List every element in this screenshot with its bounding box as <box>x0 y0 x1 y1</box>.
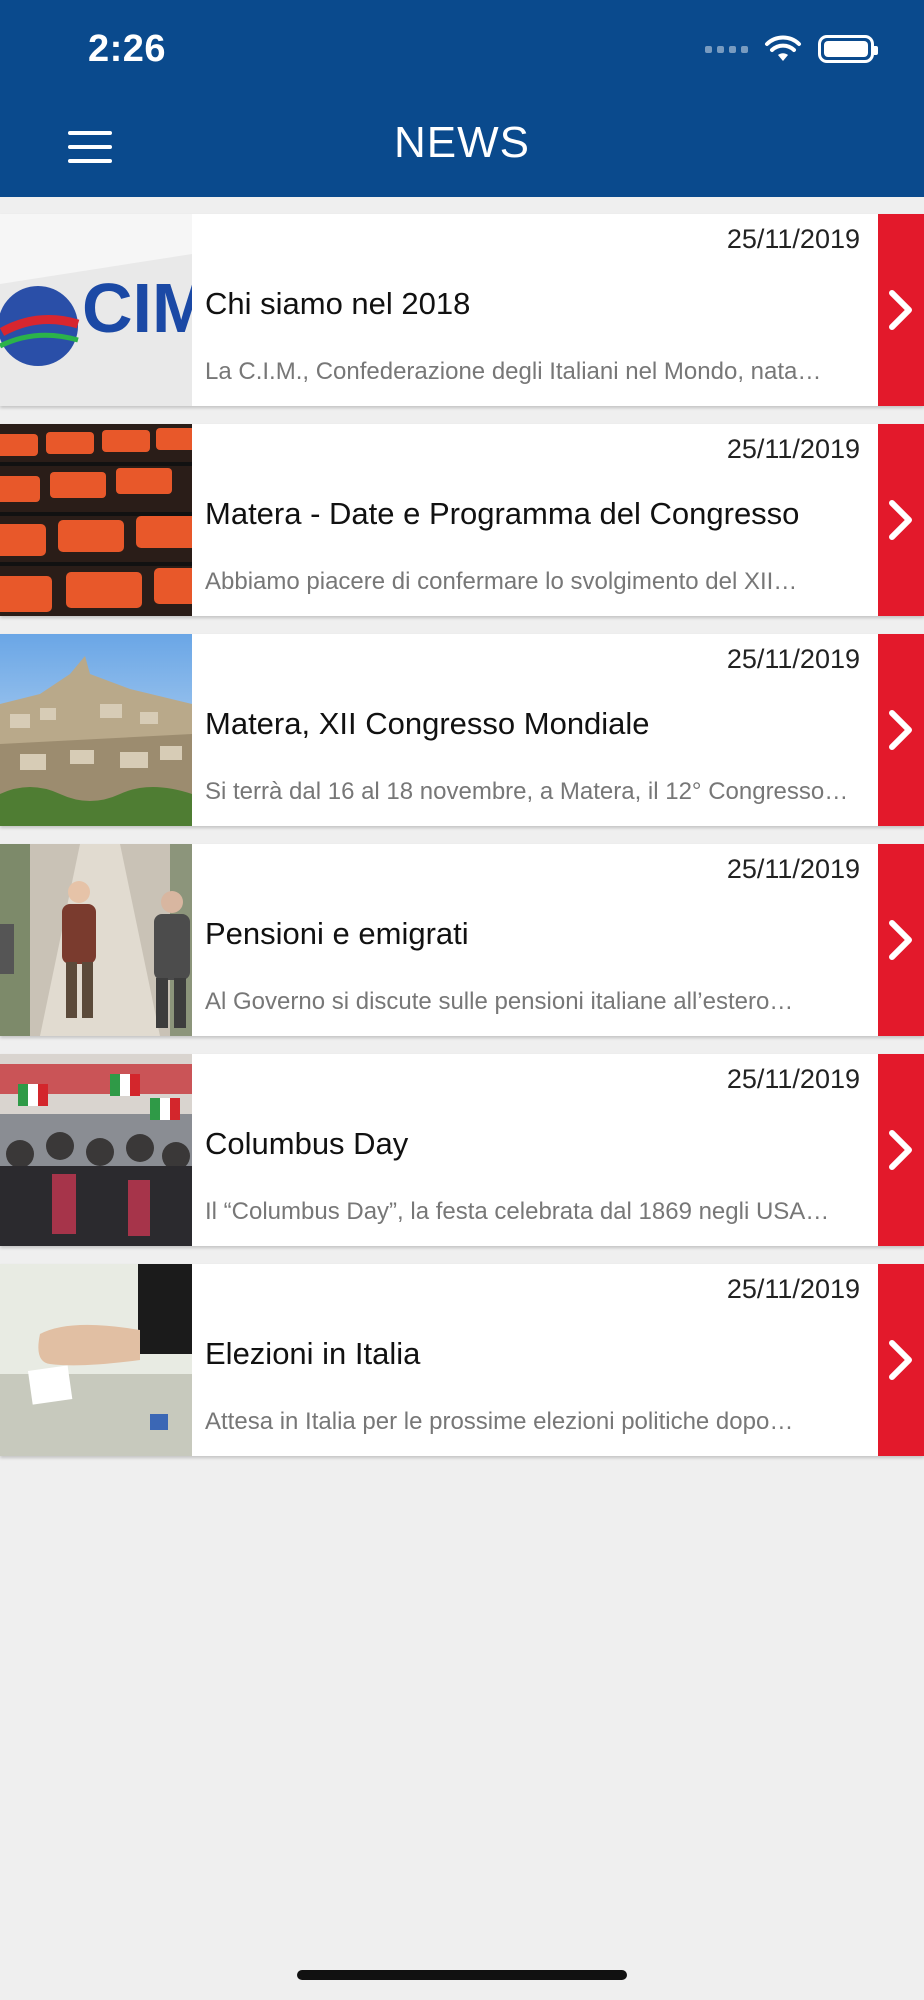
news-item[interactable]: CIM 25/11/2019 Chi siamo nel 2018 La C.I… <box>0 214 924 406</box>
news-thumbnail <box>0 424 192 616</box>
open-news-button[interactable] <box>878 634 924 826</box>
news-excerpt: La C.I.M., Confederazione degli Italiani… <box>205 358 822 385</box>
chevron-right-icon <box>889 710 912 750</box>
news-excerpt: Il “Columbus Day”, la festa celebrata da… <box>205 1198 830 1225</box>
news-thumbnail <box>0 844 192 1036</box>
news-date: 25/11/2019 <box>726 1274 860 1304</box>
thumb-logo-text: CIM <box>82 269 192 347</box>
page-title: NEWS <box>394 118 530 167</box>
open-news-button[interactable] <box>878 1264 924 1456</box>
news-thumbnail <box>0 1054 192 1246</box>
signal-icon <box>705 45 748 53</box>
wifi-icon <box>765 35 801 61</box>
news-thumbnail: CIM <box>0 214 192 406</box>
status-icons <box>705 34 878 64</box>
news-excerpt: Al Governo si discute sulle pensioni ita… <box>205 988 794 1015</box>
app-header: 2:26 NEWS <box>0 0 924 197</box>
screen: 2:26 NEWS CIM 25/11/2019 Chi siamo nel 2… <box>0 0 924 2000</box>
home-indicator[interactable] <box>297 1970 627 1980</box>
open-news-button[interactable] <box>878 844 924 1036</box>
news-list: CIM 25/11/2019 Chi siamo nel 2018 La C.I… <box>0 214 924 1474</box>
news-title: Matera - Date e Programma del Congresso <box>205 496 800 531</box>
status-time: 2:26 <box>88 28 167 70</box>
news-date: 25/11/2019 <box>726 854 860 884</box>
open-news-button[interactable] <box>878 424 924 616</box>
news-excerpt: Abbiamo piacere di confermare lo svolgim… <box>205 568 798 595</box>
news-excerpt: Attesa in Italia per le prossime elezion… <box>205 1408 794 1435</box>
news-item[interactable]: 25/11/2019 Matera, XII Congresso Mondial… <box>0 634 924 826</box>
news-excerpt: Si terrà dal 16 al 18 novembre, a Matera… <box>205 778 849 805</box>
news-title: Columbus Day <box>205 1126 409 1161</box>
chevron-right-icon <box>889 1130 912 1170</box>
news-item[interactable]: 25/11/2019 Elezioni in Italia Attesa in … <box>0 1264 924 1456</box>
news-thumbnail <box>0 1264 192 1456</box>
news-item[interactable]: 25/11/2019 Columbus Day Il “Columbus Day… <box>0 1054 924 1246</box>
news-date: 25/11/2019 <box>726 434 860 464</box>
chevron-right-icon <box>889 500 912 540</box>
news-title: Matera, XII Congresso Mondiale <box>205 706 650 741</box>
news-item[interactable]: 25/11/2019 Pensioni e emigrati Al Govern… <box>0 844 924 1036</box>
news-date: 25/11/2019 <box>726 224 860 254</box>
news-thumbnail <box>0 634 192 826</box>
news-title: Chi siamo nel 2018 <box>205 286 471 321</box>
open-news-button[interactable] <box>878 1054 924 1246</box>
chevron-right-icon <box>889 1340 912 1380</box>
news-item[interactable]: 25/11/2019 Matera - Date e Programma del… <box>0 424 924 616</box>
chevron-right-icon <box>889 920 912 960</box>
news-date: 25/11/2019 <box>726 644 860 674</box>
chevron-right-icon <box>889 290 912 330</box>
news-title: Pensioni e emigrati <box>205 916 469 951</box>
battery-icon <box>818 35 878 63</box>
open-news-button[interactable] <box>878 214 924 406</box>
news-title: Elezioni in Italia <box>205 1336 421 1371</box>
news-date: 25/11/2019 <box>726 1064 860 1094</box>
